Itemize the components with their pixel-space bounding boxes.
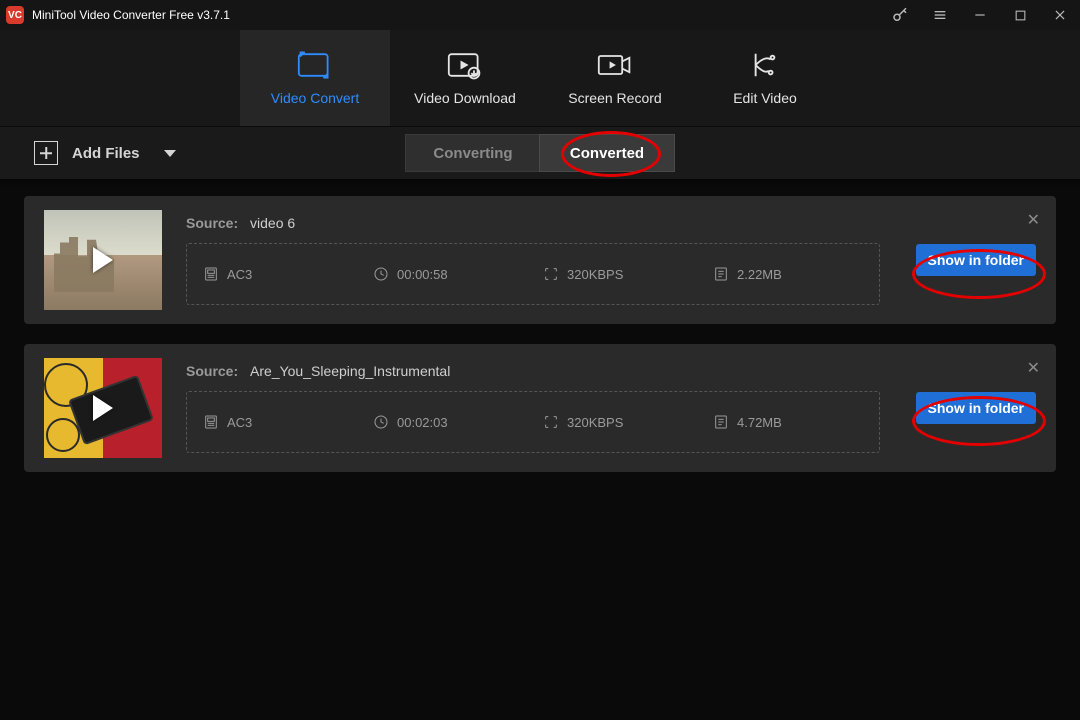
play-icon — [93, 395, 113, 421]
format-icon — [203, 266, 219, 282]
app-logo-icon: VC — [6, 6, 24, 24]
results-list: Source: video 6 AC3 00:00:58 320KBPS — [0, 180, 1080, 488]
clock-icon — [373, 266, 389, 282]
tab-converted[interactable]: Converted — [539, 134, 675, 172]
minimize-icon[interactable] — [960, 0, 1000, 30]
format-icon — [203, 414, 219, 430]
format-value: AC3 — [227, 267, 252, 282]
source-label: Source: — [186, 215, 238, 231]
main-nav: Video Convert Video Download Screen Reco… — [0, 30, 1080, 127]
nav-video-convert[interactable]: Video Convert — [240, 30, 390, 126]
show-in-folder-button[interactable]: Show in folder — [916, 244, 1036, 276]
nav-label: Screen Record — [568, 90, 661, 106]
nav-video-download[interactable]: Video Download — [390, 30, 540, 126]
add-icon — [34, 141, 58, 165]
source-label: Source: — [186, 363, 238, 379]
app-title: MiniTool Video Converter Free v3.7.1 — [32, 8, 230, 22]
play-icon — [93, 247, 113, 273]
bitrate-icon — [543, 266, 559, 282]
converted-item: Source: Are_You_Sleeping_Instrumental AC… — [24, 344, 1056, 472]
toolbar: Add Files Converting Converted — [0, 127, 1080, 180]
bitrate-icon — [543, 414, 559, 430]
close-window-icon[interactable] — [1040, 0, 1080, 30]
menu-icon[interactable] — [920, 0, 960, 30]
title-bar: VC MiniTool Video Converter Free v3.7.1 — [0, 0, 1080, 30]
bitrate-value: 320KBPS — [567, 267, 623, 282]
nav-label: Edit Video — [733, 90, 797, 106]
chevron-down-icon[interactable] — [164, 150, 176, 157]
add-files-label: Add Files — [72, 145, 140, 162]
add-files-button[interactable]: Add Files — [34, 141, 176, 165]
thumbnail[interactable] — [44, 358, 162, 458]
remove-item-icon[interactable]: ✕ — [1027, 210, 1040, 230]
format-value: AC3 — [227, 415, 252, 430]
duration-value: 00:02:03 — [397, 415, 448, 430]
info-box: AC3 00:00:58 320KBPS 2.22MB — [186, 243, 880, 305]
filesize-icon — [713, 266, 729, 282]
remove-item-icon[interactable]: ✕ — [1027, 358, 1040, 378]
info-box: AC3 00:02:03 320KBPS 4.72MB — [186, 391, 880, 453]
size-value: 4.72MB — [737, 415, 782, 430]
nav-screen-record[interactable]: Screen Record — [540, 30, 690, 126]
converted-item: Source: video 6 AC3 00:00:58 320KBPS — [24, 196, 1056, 324]
thumbnail[interactable] — [44, 210, 162, 310]
filesize-icon — [713, 414, 729, 430]
maximize-icon[interactable] — [1000, 0, 1040, 30]
clock-icon — [373, 414, 389, 430]
nav-edit-video[interactable]: Edit Video — [690, 30, 840, 126]
show-in-folder-button[interactable]: Show in folder — [916, 392, 1036, 424]
nav-label: Video Convert — [271, 90, 359, 106]
conversion-tabs: Converting Converted — [405, 134, 675, 172]
bitrate-value: 320KBPS — [567, 415, 623, 430]
window-controls — [880, 0, 1080, 30]
duration-value: 00:00:58 — [397, 267, 448, 282]
upgrade-key-icon[interactable] — [880, 0, 920, 30]
tab-converting[interactable]: Converting — [406, 135, 540, 171]
nav-label: Video Download — [414, 90, 516, 106]
source-name: video 6 — [250, 215, 295, 231]
source-name: Are_You_Sleeping_Instrumental — [250, 363, 450, 379]
size-value: 2.22MB — [737, 267, 782, 282]
